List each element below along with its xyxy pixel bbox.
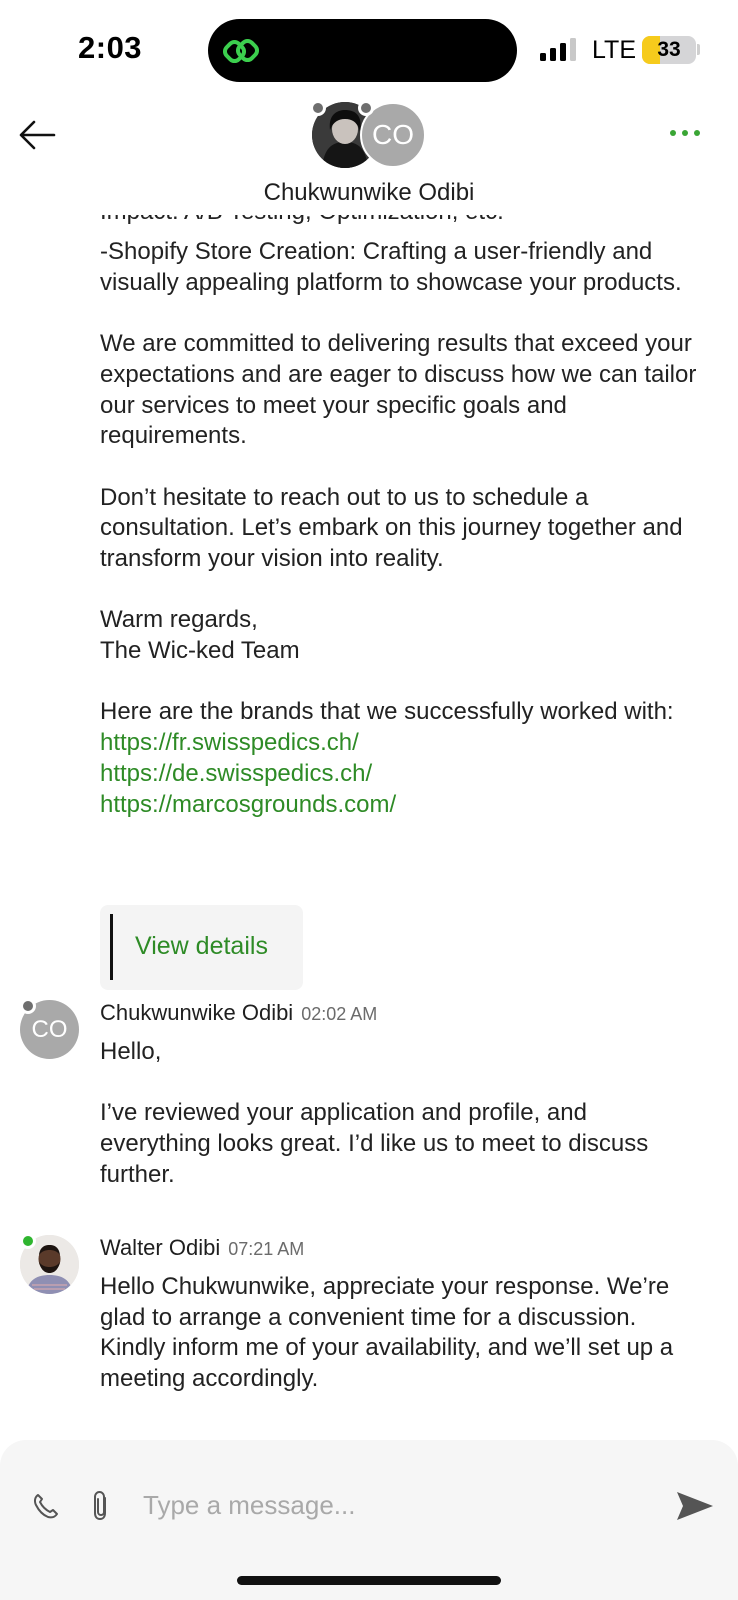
phone-icon[interactable]	[32, 1492, 60, 1520]
brand-link[interactable]: https://marcosgrounds.com/	[100, 790, 700, 821]
quote-bar	[110, 914, 113, 980]
more-dots-icon	[682, 130, 688, 136]
presence-dot	[358, 100, 374, 116]
paperclip-icon[interactable]	[88, 1489, 114, 1523]
send-icon[interactable]	[675, 1490, 715, 1522]
status-time: 2:03	[78, 30, 143, 65]
message-body: -Shopify Store Creation: Crafting a user…	[100, 237, 700, 820]
presence-dot	[20, 998, 36, 1014]
back-arrow-icon[interactable]	[14, 111, 62, 159]
dynamic-island	[208, 19, 517, 82]
message-timestamp: 02:02 AM	[301, 1004, 378, 1024]
brand-link[interactable]: https://de.swisspedics.ch/	[100, 759, 700, 790]
signoff-line: The Wic-ked Team	[100, 637, 300, 665]
brands-intro: Here are the brands that we successfully…	[100, 698, 674, 726]
contact-name[interactable]: Chukwunwike Odibi	[0, 179, 738, 207]
online-presence-dot	[20, 1233, 36, 1249]
message-body: Hello Chukwunwike, appreciate your respo…	[100, 1272, 700, 1395]
sender-name[interactable]: Walter Odibi	[100, 1235, 220, 1260]
partial-message-line: Impact: A/B Testing, Optimization, etc.	[100, 215, 504, 227]
message-paragraph: -Shopify Store Creation: Crafting a user…	[100, 238, 682, 296]
message-paragraph: Hello,	[100, 1038, 162, 1065]
view-details-button[interactable]: View details	[100, 905, 303, 990]
brand-link[interactable]: https://fr.swisspedics.ch/	[100, 728, 700, 759]
message-paragraph: Hello Chukwunwike, appreciate your respo…	[100, 1273, 674, 1393]
message-paragraph: Don’t hesitate to reach out to us to sch…	[100, 483, 683, 572]
battery-percentage: 33	[657, 38, 681, 61]
message-paragraph: We are committed to delivering results t…	[100, 330, 697, 450]
message-body: Hello, I’ve reviewed your application an…	[100, 1037, 700, 1191]
message-input[interactable]	[143, 1485, 643, 1525]
network-type: LTE	[592, 36, 636, 64]
cellular-signal-icon	[540, 38, 576, 61]
sender-header: Walter Odibi 07:21 AM	[100, 1235, 304, 1261]
message-timestamp: 07:21 AM	[228, 1239, 305, 1259]
battery-icon: 33	[642, 36, 696, 64]
view-details-label: View details	[135, 932, 268, 960]
sender-header: Chukwunwike Odibi 02:02 AM	[100, 1000, 377, 1026]
link-chain-icon	[222, 38, 260, 64]
more-options-button[interactable]	[666, 123, 706, 143]
more-dots-icon	[694, 130, 700, 136]
home-indicator	[237, 1576, 501, 1585]
signoff-line: Warm regards,	[100, 606, 258, 634]
battery-nub	[697, 44, 700, 55]
message-thread[interactable]: Impact: A/B Testing, Optimization, etc. …	[0, 215, 738, 1440]
message-paragraph: I’ve reviewed your application and profi…	[100, 1099, 649, 1188]
more-dots-icon	[670, 130, 676, 136]
sender-name[interactable]: Chukwunwike Odibi	[100, 1000, 293, 1025]
status-bar: 2:03 LTE 33	[0, 0, 738, 100]
chat-header: CO Chukwunwike Odibi	[0, 95, 738, 215]
presence-dot	[310, 100, 326, 116]
